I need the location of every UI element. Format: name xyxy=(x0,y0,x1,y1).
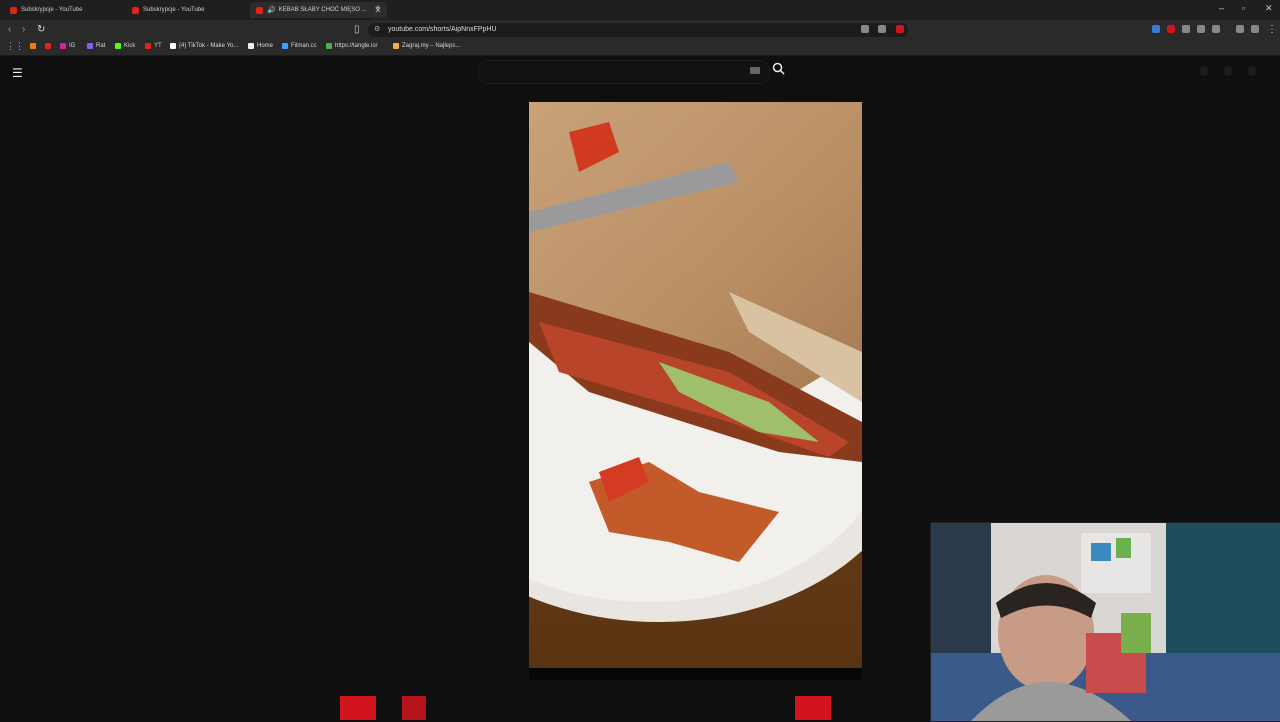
site-info-icon[interactable]: ⚙ xyxy=(374,25,380,33)
red-artifact-block xyxy=(795,696,831,720)
red-artifact-block xyxy=(340,696,376,720)
search-input[interactable] xyxy=(478,60,770,84)
youtube-favicon-icon xyxy=(256,6,263,14)
bookmark-yt[interactable]: YT xyxy=(145,43,162,49)
back-arrow-icon[interactable]: ‹ xyxy=(8,24,11,35)
video-frame xyxy=(529,102,862,668)
bookmark-home[interactable]: Home xyxy=(248,43,273,49)
youtube-icon xyxy=(145,43,151,49)
forward-arrow-icon[interactable]: › xyxy=(22,24,25,35)
youtube-page: ☰ xyxy=(0,56,1280,722)
instagram-icon xyxy=(60,43,66,49)
bookmarks-bar: ⋮⋮ IG Rat Kick YT (4) TikTok - Make Yo..… xyxy=(0,40,1280,56)
speaker-icon: 🔊 xyxy=(267,7,276,14)
bookmark-tiktok[interactable]: (4) TikTok - Make Yo... xyxy=(170,43,238,49)
x-icon xyxy=(248,43,254,49)
reload-icon[interactable]: ↻ xyxy=(37,24,45,35)
extension-icon[interactable] xyxy=(861,25,869,33)
tab-label: Subskrypcje - YouTube xyxy=(21,7,83,13)
address-bar-row: ‹ › ↻ ▯ ⚙ youtube.com/shorts/AipNnxFPpHU… xyxy=(0,20,1280,40)
keyboard-icon[interactable] xyxy=(750,67,760,74)
hamburger-icon[interactable]: ☰ xyxy=(12,66,23,80)
tab-subskrypcje-2[interactable]: Subskrypcje - YouTube xyxy=(132,2,204,18)
notifications-icon[interactable] xyxy=(1223,66,1233,76)
tab-label: Subskrypcje - YouTube xyxy=(143,7,205,13)
music-icon[interactable] xyxy=(1236,25,1244,33)
bookmark-rss[interactable] xyxy=(30,43,39,49)
bookmark-rat[interactable]: Rat xyxy=(87,43,105,49)
tiktok-icon xyxy=(170,43,176,49)
avatar[interactable] xyxy=(1247,66,1257,76)
webcam-overlay xyxy=(930,522,1280,722)
filman-icon xyxy=(282,43,288,49)
extension-icon[interactable] xyxy=(1182,25,1190,33)
minimize-icon[interactable]: – xyxy=(1219,3,1224,13)
red-artifact-block xyxy=(402,696,426,720)
extension-icon[interactable] xyxy=(1167,25,1175,33)
bookmark-icon[interactable]: ▯ xyxy=(354,24,360,35)
search-icon[interactable] xyxy=(772,62,785,78)
bookmark-kick[interactable]: Kick xyxy=(115,43,135,49)
bookmark-zagraj[interactable]: Zagraj.my – Najleps... xyxy=(393,43,460,49)
apps-grid-icon[interactable]: ⋮⋮ xyxy=(6,41,24,52)
bookmark-filman[interactable]: Filman.cc xyxy=(282,43,317,49)
rat-icon xyxy=(87,43,93,49)
restore-icon[interactable]: ▫ xyxy=(1242,3,1245,13)
share-icon[interactable] xyxy=(878,25,886,33)
extension-icon[interactable] xyxy=(896,25,904,33)
tangle-icon xyxy=(326,43,332,49)
close-window-icon[interactable]: ✕ xyxy=(1265,3,1273,14)
browser-tab-bar: Subskrypcje - YouTube Subskrypcje - YouT… xyxy=(0,0,1280,20)
youtube-favicon-icon xyxy=(132,6,139,14)
tab-label: KEBAB SŁABY CHOĆ MIĘSO ... xyxy=(278,7,367,13)
shorts-video-player[interactable] xyxy=(529,102,862,680)
create-icon[interactable] xyxy=(1199,66,1209,76)
extension-icon[interactable] xyxy=(1152,25,1160,33)
youtube-favicon-icon xyxy=(10,6,17,14)
tab-kebab-video[interactable]: 🔊 KEBAB SŁABY CHOĆ MIĘSO ... ✕ xyxy=(250,2,388,18)
zagraj-icon xyxy=(393,43,399,49)
url-text: youtube.com/shorts/AipNnxFPpHU xyxy=(388,26,497,33)
rss-icon xyxy=(30,43,36,49)
sidebar-icon[interactable] xyxy=(1212,25,1220,33)
youtube-icon xyxy=(45,43,51,49)
shield-icon[interactable] xyxy=(1251,25,1259,33)
kick-icon xyxy=(115,43,121,49)
menu-dots-icon[interactable]: ⋮ xyxy=(1267,24,1277,35)
bookmark-ig[interactable]: IG xyxy=(60,43,75,49)
tab-subskrypcje-1[interactable]: Subskrypcje - YouTube xyxy=(10,2,82,18)
new-tab-button[interactable]: + xyxy=(375,3,381,14)
bookmark-youtube[interactable] xyxy=(45,43,54,49)
bookmark-tangle[interactable]: https://tangle.io/ xyxy=(326,43,377,49)
extensions-puzzle-icon[interactable] xyxy=(1197,25,1205,33)
